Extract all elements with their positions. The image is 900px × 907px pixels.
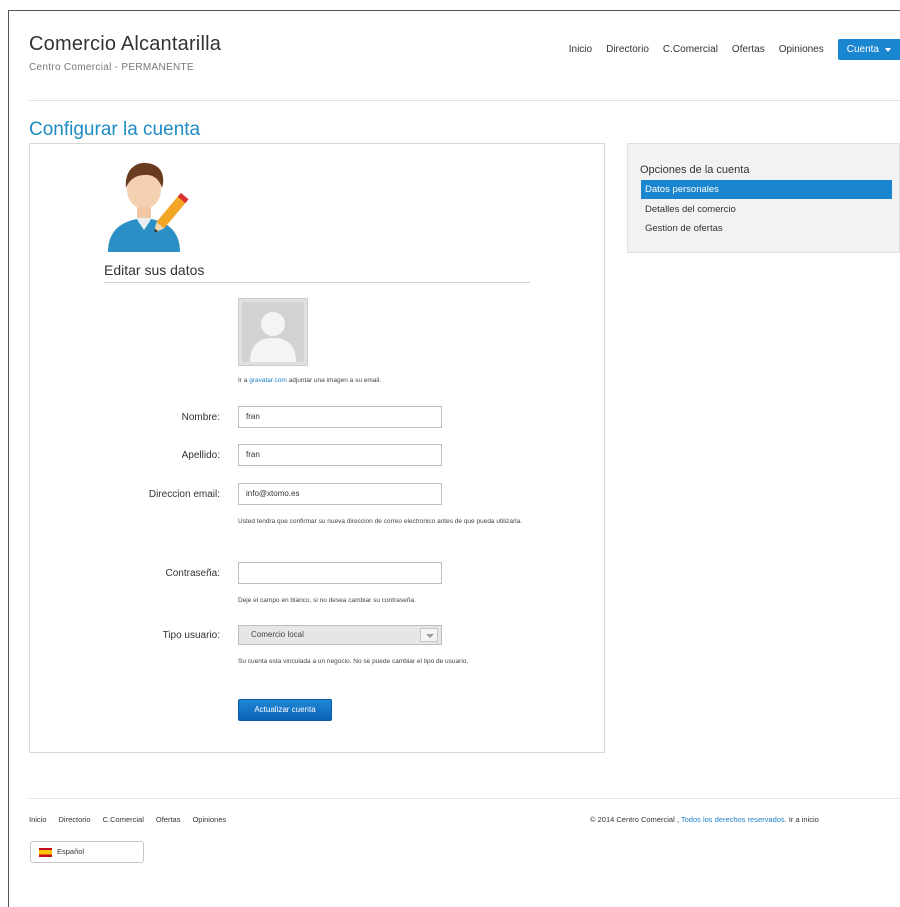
footer-divider xyxy=(29,798,900,799)
page-title: Configurar la cuenta xyxy=(29,119,201,140)
nombre-label: Nombre: xyxy=(181,412,220,423)
nav-inicio[interactable]: Inicio xyxy=(569,44,592,55)
language-selector[interactable]: Español xyxy=(30,841,144,863)
gravatar-link[interactable]: gravatar.com xyxy=(249,377,287,384)
footer-directorio[interactable]: Directorio xyxy=(59,815,91,824)
password-field[interactable] xyxy=(238,562,442,584)
gravatar-suffix: adjuntar una imagen a su email. xyxy=(288,377,382,384)
password-help-text: Deje el campo en blanco, si no desea cam… xyxy=(238,597,416,604)
edit-user-icon xyxy=(108,162,189,252)
profile-avatar xyxy=(238,298,308,366)
section-heading: Editar sus datos xyxy=(104,262,530,283)
copyright-text: © 2014 Centro Comercial , xyxy=(590,815,679,824)
nav-directorio[interactable]: Directorio xyxy=(606,44,649,55)
nav-ofertas[interactable]: Ofertas xyxy=(732,44,765,55)
caret-down-icon xyxy=(885,47,891,52)
chevron-down-icon xyxy=(420,628,438,642)
update-account-button[interactable]: Actualizar cuenta xyxy=(238,699,332,721)
email-field[interactable]: info@xtomo.es xyxy=(238,483,442,505)
gravatar-prefix: Ir a xyxy=(238,377,248,384)
sidebar-item-detalles-comercio[interactable]: Detalles del comercio xyxy=(641,200,892,219)
footer-opiniones[interactable]: Opiniones xyxy=(192,815,226,824)
email-help-text: Usted tendra que confirmar su nueva dire… xyxy=(238,518,523,525)
nombre-field[interactable]: fran xyxy=(238,406,442,428)
footer-inicio[interactable]: Inicio xyxy=(29,815,47,824)
email-label: Direccion email: xyxy=(148,489,220,500)
account-form-panel: Editar sus datos Ir a gravatar.com adjun… xyxy=(29,143,605,753)
nav-opiniones[interactable]: Opiniones xyxy=(779,44,824,55)
site-title[interactable]: Comercio Alcantarilla xyxy=(29,33,221,56)
account-label: Cuenta xyxy=(846,44,879,55)
sidebar-item-datos-personales[interactable]: Datos personales xyxy=(641,180,892,199)
password-label: Contraseña: xyxy=(165,568,220,579)
account-options-panel: Opciones de la cuenta Datos personales D… xyxy=(627,143,900,253)
tipo-value: Comercio local xyxy=(251,630,304,639)
account-menu-button[interactable]: Cuenta xyxy=(837,39,900,60)
footer-c-comercial[interactable]: C.Comercial xyxy=(103,815,144,824)
sidebar-item-gestion-ofertas[interactable]: Gestion de ofertas xyxy=(641,219,892,238)
footer-nav: Inicio Directorio C.Comercial Ofertas Op… xyxy=(29,815,238,824)
apellido-label: Apellido: xyxy=(181,450,220,461)
spain-flag-icon xyxy=(39,847,52,857)
copyright: © 2014 Centro Comercial , Todos los dere… xyxy=(590,815,819,824)
tipo-usuario-select[interactable]: Comercio local xyxy=(238,625,442,645)
footer-ofertas[interactable]: Ofertas xyxy=(156,815,181,824)
tipo-help-text: Su cuenta esta vinculada a un negocio. N… xyxy=(238,658,469,665)
tipo-label: Tipo usuario: xyxy=(162,630,220,641)
brand: Comercio Alcantarilla Centro Comercial -… xyxy=(29,33,221,73)
account-options-title: Opciones de la cuenta xyxy=(640,164,750,176)
default-avatar-icon xyxy=(242,302,304,362)
site-subtitle: Centro Comercial - PERMANENTE xyxy=(29,62,194,73)
nav-c-comercial[interactable]: C.Comercial xyxy=(663,44,718,55)
language-label: Español xyxy=(57,847,85,856)
header-divider xyxy=(29,100,900,101)
apellido-field[interactable]: fran xyxy=(238,444,442,466)
rights-link[interactable]: Todos los derechos reservados. xyxy=(681,815,787,824)
gravatar-note: Ir a gravatar.com adjuntar una imagen a … xyxy=(238,377,381,384)
back-to-top-link[interactable]: Ir a inicio xyxy=(789,815,819,824)
top-nav: Inicio Directorio C.Comercial Ofertas Op… xyxy=(569,39,900,60)
